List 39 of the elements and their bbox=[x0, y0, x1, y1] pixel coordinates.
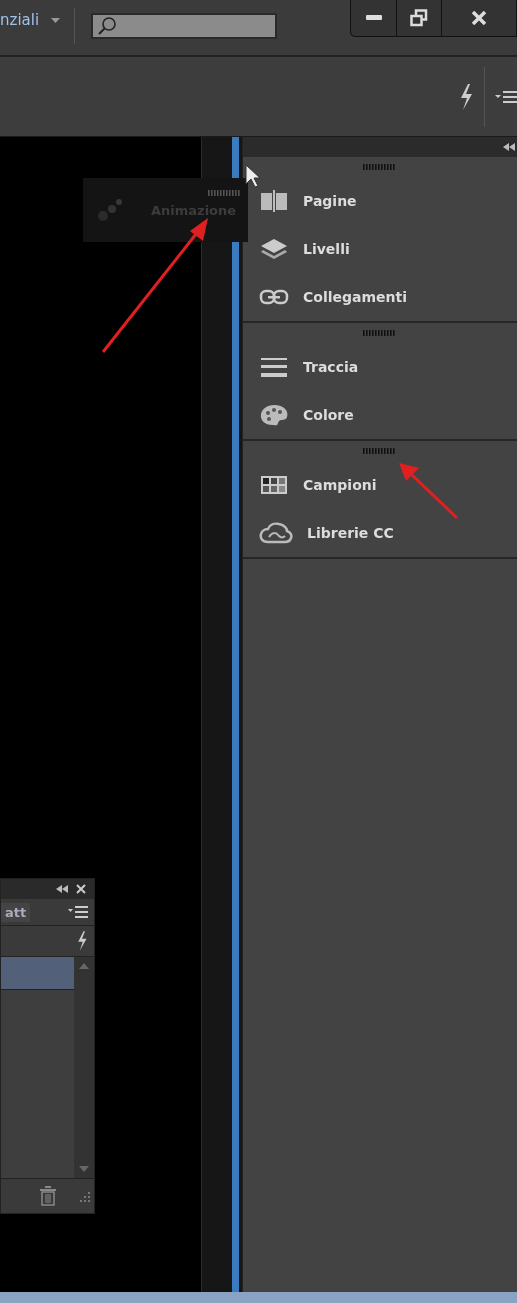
mouse-cursor-icon bbox=[245, 164, 261, 188]
panel-menu-icon[interactable] bbox=[68, 906, 88, 918]
grip-handle-icon[interactable] bbox=[208, 190, 242, 196]
restore-button[interactable] bbox=[396, 0, 441, 36]
panel-item[interactable]: Colore bbox=[243, 391, 517, 439]
minimize-icon bbox=[365, 15, 382, 21]
swatches-grid-icon bbox=[259, 473, 289, 497]
close-button[interactable] bbox=[441, 0, 516, 36]
panel-item[interactable]: Collegamenti bbox=[243, 273, 517, 321]
caret-icon[interactable] bbox=[51, 17, 61, 23]
grip-handle-icon[interactable] bbox=[363, 448, 397, 454]
grip-handle-icon[interactable] bbox=[363, 164, 397, 170]
search-icon bbox=[97, 16, 118, 36]
stroke-lines-icon bbox=[259, 355, 289, 379]
restore-icon bbox=[410, 9, 428, 27]
collapse-icon[interactable] bbox=[56, 885, 68, 893]
close-icon bbox=[471, 11, 487, 25]
trash-icon[interactable] bbox=[40, 1186, 56, 1206]
workspace-label[interactable]: nziali bbox=[0, 11, 40, 29]
close-icon[interactable] bbox=[76, 884, 86, 894]
scrollbar[interactable] bbox=[74, 957, 94, 1178]
palette-icon bbox=[259, 403, 289, 427]
panel-tab[interactable]: att bbox=[1, 902, 31, 922]
pages-icon bbox=[259, 189, 289, 213]
dots-icon bbox=[97, 198, 125, 222]
layers-icon bbox=[259, 237, 289, 261]
scroll-up-icon[interactable] bbox=[79, 963, 89, 969]
panel-item[interactable]: Librerie CC bbox=[243, 509, 517, 557]
panel-item[interactable]: Traccia bbox=[243, 343, 517, 391]
panel-menu-icon[interactable] bbox=[495, 89, 517, 104]
resize-grip-icon[interactable] bbox=[78, 1190, 90, 1202]
minimize-button[interactable] bbox=[351, 0, 396, 36]
lightning-icon[interactable] bbox=[458, 82, 474, 111]
grip-handle-icon[interactable] bbox=[363, 330, 397, 336]
scroll-down-icon[interactable] bbox=[79, 1166, 89, 1172]
search-field[interactable] bbox=[91, 13, 278, 39]
collapse-icon[interactable] bbox=[503, 143, 515, 151]
list-row[interactable] bbox=[1, 957, 74, 990]
creative-cloud-icon bbox=[259, 521, 293, 545]
